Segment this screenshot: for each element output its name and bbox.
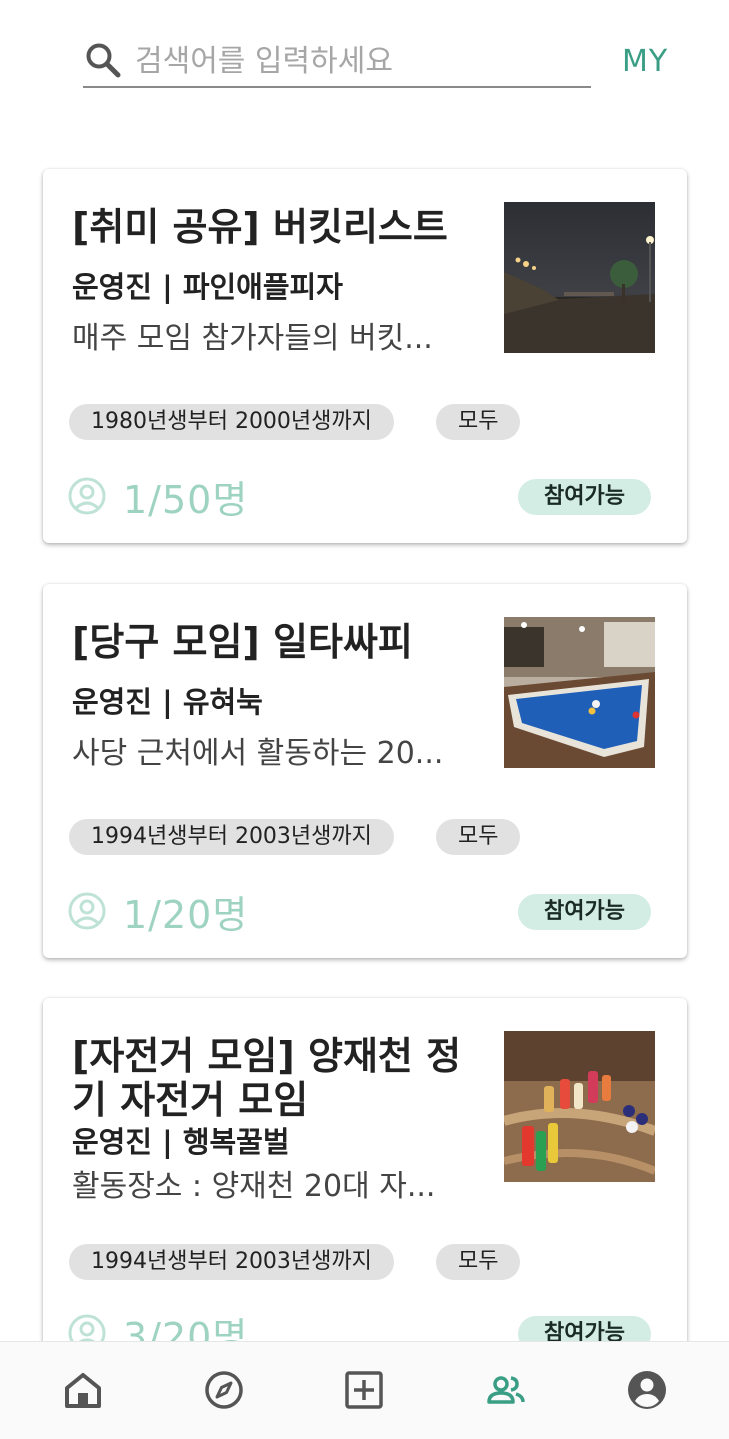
card-title: [취미 공유] 버킷리스트 — [72, 205, 448, 249]
card-organizer: 운영진 | 유혀눅 — [72, 685, 263, 719]
participants: 3/20명 — [67, 1308, 248, 1341]
meeting-card[interactable]: [당구 모임] 일타싸피 운영진 | 유혀눅 사당 근처에서 활동하는 20..… — [43, 584, 687, 958]
participants: 1/20명 — [67, 886, 249, 937]
account-circle-icon — [628, 1371, 666, 1409]
card-thumbnail — [504, 617, 655, 768]
gender-tag: 모두 — [436, 819, 521, 855]
night-riverside-photo — [504, 202, 655, 353]
meeting-card[interactable]: [취미 공유] 버킷리스트 운영진 | 파인애플피자 매주 모임 참가자들의 버… — [43, 169, 687, 543]
card-description: 매주 모임 참가자들의 버킷... — [72, 321, 433, 356]
meeting-card[interactable]: [자전거 모임] 양재천 정기 자전거 모임 운영진 | 행복꿀벌 활동장소 :… — [43, 998, 687, 1341]
participant-count: 1/20명 — [123, 892, 249, 937]
nav-create[interactable] — [344, 1370, 384, 1410]
compass-icon — [205, 1371, 243, 1409]
person-circle-icon — [68, 1314, 106, 1341]
card-organizer: 운영진 | 파인애플피자 — [72, 270, 343, 304]
age-range-tag: 1980년생부터 2000년생까지 — [69, 404, 394, 440]
billiards-table-photo — [504, 617, 655, 768]
nav-profile[interactable] — [627, 1370, 667, 1410]
status-badge: 참여가능 — [518, 479, 651, 515]
participants: 1/50명 — [67, 471, 249, 522]
nav-groups[interactable] — [486, 1370, 526, 1410]
nav-home[interactable] — [63, 1370, 103, 1410]
gender-tag: 모두 — [436, 1244, 521, 1280]
card-organizer: 운영진 | 행복꿀벌 — [72, 1125, 290, 1159]
person-circle-icon — [68, 477, 106, 515]
gender-tag: 모두 — [436, 404, 521, 440]
bottom-navigation — [0, 1341, 729, 1439]
card-thumbnail — [504, 202, 655, 353]
age-range-tag: 1994년생부터 2003년생까지 — [69, 819, 394, 855]
nav-explore[interactable] — [204, 1370, 244, 1410]
home-icon — [65, 1373, 101, 1408]
card-description: 사당 근처에서 활동하는 20... — [72, 736, 444, 771]
age-range-tag: 1994년생부터 2003년생까지 — [69, 1244, 394, 1280]
add-box-icon — [345, 1371, 383, 1409]
card-title: [자전거 모임] 양재천 정기 자전거 모임 — [72, 1034, 462, 1122]
card-description: 활동장소 : 양재천 20대 자... — [72, 1169, 436, 1204]
card-title: [당구 모임] 일타싸피 — [72, 620, 413, 664]
person-circle-icon — [68, 892, 106, 930]
group-icon — [487, 1376, 525, 1404]
status-badge: 참여가능 — [518, 1316, 651, 1341]
participant-count: 1/50명 — [123, 477, 249, 522]
meeting-list[interactable]: [취미 공유] 버킷리스트 운영진 | 파인애플피자 매주 모임 참가자들의 버… — [0, 0, 729, 1341]
participant-count: 3/20명 — [123, 1314, 249, 1342]
status-badge: 참여가능 — [518, 894, 651, 930]
board-game-pieces-photo — [504, 1031, 655, 1182]
card-thumbnail — [504, 1031, 655, 1182]
